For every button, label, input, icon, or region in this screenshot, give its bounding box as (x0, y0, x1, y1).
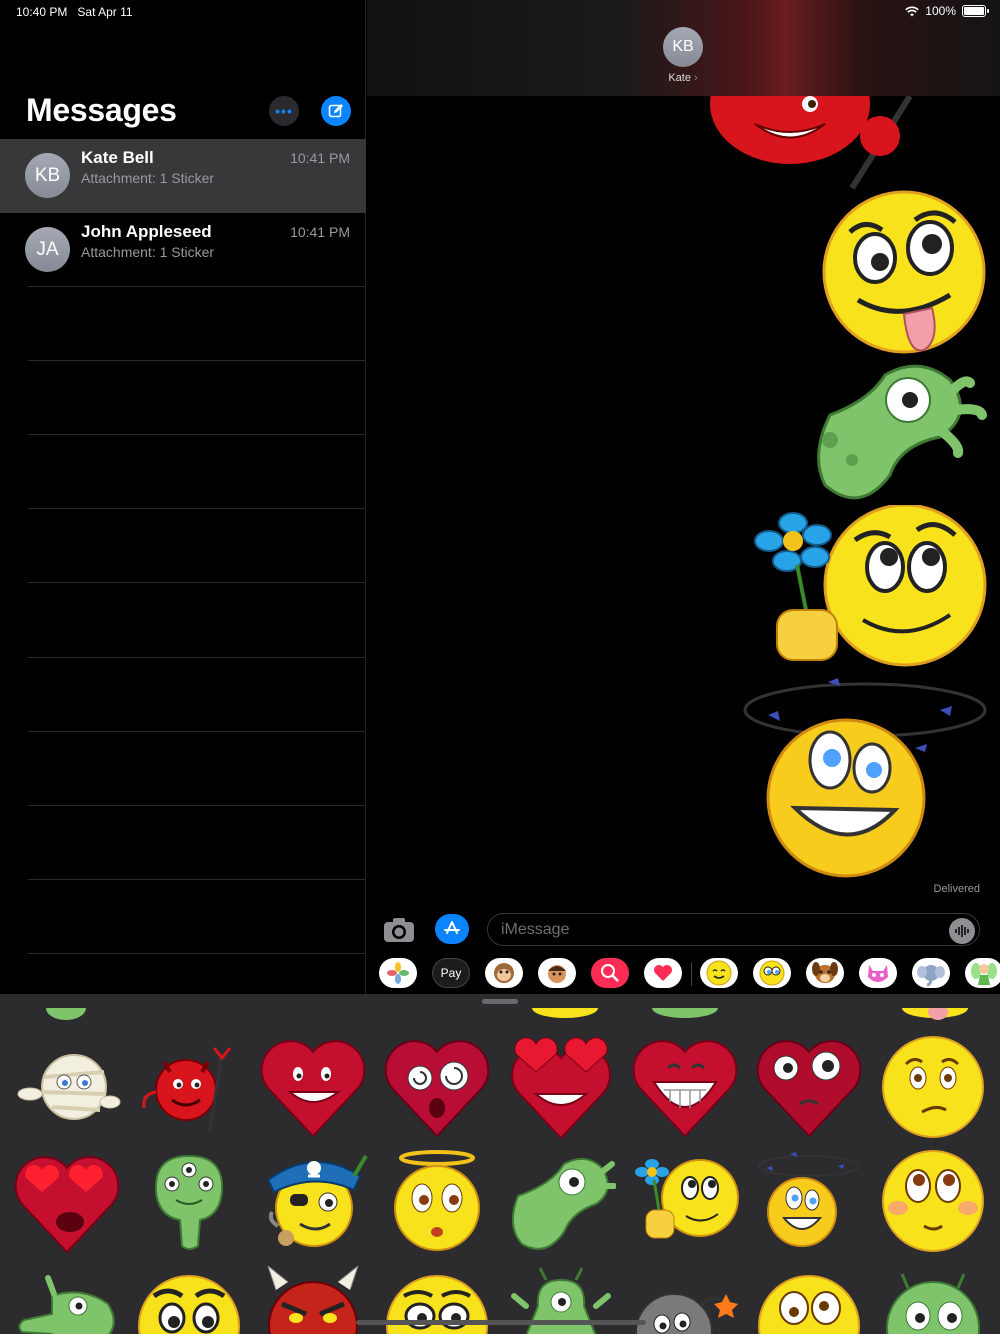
emoji-sticker-app-icon[interactable] (700, 958, 738, 988)
flower-smiley-sticker[interactable] (745, 505, 990, 670)
silly-tongue-sticker[interactable] (820, 190, 988, 358)
wifi-icon (905, 6, 920, 16)
sticker-crazy-smiley[interactable] (754, 1266, 864, 1334)
sticker-heart-worried[interactable] (754, 1032, 864, 1142)
heart-hands-icon (654, 965, 672, 981)
elephant-sticker-app-icon[interactable] (912, 958, 950, 988)
conversation-item-kate-bell[interactable]: KB Kate Bell Attachment: 1 Sticker 10:41… (0, 139, 366, 213)
sticker-confused-smiley[interactable] (878, 1032, 988, 1142)
row-divider (28, 953, 365, 954)
row-divider (28, 434, 365, 435)
row-divider (28, 508, 365, 509)
row-divider (28, 582, 365, 583)
green-alien-sticker[interactable] (790, 355, 990, 505)
conversation-item-john-appleseed[interactable]: JA John Appleseed Attachment: 1 Sticker … (0, 213, 366, 287)
status-time-date: 10:40 PM Sat Apr 11 (16, 5, 133, 19)
fairy-sticker-app-icon[interactable] (965, 958, 1000, 988)
contact-avatar[interactable]: KB (663, 27, 703, 67)
avatar: JA (25, 227, 70, 272)
sticker-green-alien-blob[interactable] (506, 1146, 616, 1256)
sticker-heart-love-eyes[interactable] (12, 1146, 122, 1256)
avatar: KB (25, 153, 70, 198)
sticker-partial (46, 1008, 86, 1020)
dog-sticker-app-icon[interactable] (806, 958, 844, 988)
row-divider (28, 805, 365, 806)
delivery-status: Delivered (933, 883, 980, 895)
conversation-preview: Attachment: 1 Sticker (81, 244, 215, 260)
devil-sticker[interactable] (700, 96, 920, 196)
battery-icon (962, 5, 989, 17)
eyes-sticker-app-icon[interactable] (753, 958, 791, 988)
digital-touch-app-icon[interactable] (644, 958, 682, 988)
sticker-heart-eyes-heart[interactable] (506, 1032, 616, 1142)
conversation-preview: Attachment: 1 Sticker (81, 170, 215, 186)
conversation-time: 10:41 PM (290, 224, 350, 240)
compose-icon (328, 104, 343, 118)
sticker-partial (902, 1008, 968, 1020)
contact-name-link[interactable]: Kate › (657, 72, 709, 84)
row-divider (28, 731, 365, 732)
sticker-heart-happy[interactable] (258, 1032, 368, 1142)
sticker-three-eyed-alien[interactable] (134, 1146, 244, 1256)
row-divider (28, 360, 365, 361)
sticker-angel[interactable] (382, 1146, 492, 1256)
sticker-dizzy-smiley[interactable] (754, 1146, 864, 1256)
conversation-name: Kate Bell (81, 148, 154, 167)
sticker-bomb[interactable] (630, 1266, 740, 1334)
message-input-row (367, 906, 1000, 956)
sticker-drawer (0, 994, 1000, 1334)
strip-divider (691, 962, 692, 986)
chevron-right-icon: › (694, 72, 698, 84)
apple-pay-app-icon[interactable]: Pay (432, 958, 470, 988)
more-options-button[interactable]: ••• (269, 96, 299, 126)
sticker-little-devil[interactable] (134, 1032, 244, 1142)
sticker-heart-dizzy[interactable] (382, 1032, 492, 1142)
conversation-time: 10:41 PM (290, 150, 350, 166)
photos-app-icon[interactable] (379, 958, 417, 988)
sticker-skeptical-smiley[interactable] (134, 1266, 244, 1334)
camera-icon (384, 918, 414, 942)
app-strip: Pay (367, 954, 1000, 994)
conversation-name: John Appleseed (81, 222, 212, 241)
ellipsis-icon: ••• (275, 103, 293, 119)
dizzy-smiley-sticker[interactable] (740, 670, 990, 885)
animoji-app-icon[interactable] (485, 958, 523, 988)
battery-percent: 100% (925, 4, 956, 18)
message-input[interactable] (487, 913, 980, 946)
sticker-blushing-smiley[interactable] (878, 1146, 988, 1256)
waveform-icon (955, 925, 969, 937)
camera-button[interactable] (383, 916, 415, 944)
home-indicator (356, 1320, 646, 1325)
app-store-button[interactable] (435, 914, 469, 944)
globe-search-icon (601, 964, 619, 982)
conversation-sidebar: Messages ••• KB Kate Bell Attachment: 1 … (0, 0, 366, 994)
page-title: Messages (26, 92, 177, 128)
web-images-app-icon[interactable] (591, 958, 629, 988)
sticker-mummy[interactable] (12, 1032, 122, 1142)
sticker-green-alien-tail[interactable] (12, 1266, 122, 1334)
sticker-heart-grin[interactable] (630, 1032, 740, 1142)
status-bar: 10:40 PM Sat Apr 11 100% (0, 0, 1000, 24)
sticker-pirate[interactable] (258, 1146, 368, 1256)
compose-button[interactable] (321, 96, 351, 126)
sticker-partial (532, 1008, 598, 1018)
app-store-icon (444, 921, 460, 934)
sticker-partial (652, 1008, 718, 1018)
sticker-flower-smiley[interactable] (630, 1146, 740, 1256)
memoji-app-icon[interactable] (538, 958, 576, 988)
row-divider (28, 286, 365, 287)
sticker-green-alien-face[interactable] (878, 1266, 988, 1334)
row-divider (28, 657, 365, 658)
drawer-grabber[interactable] (482, 999, 518, 1004)
sticker-angry-devil[interactable] (258, 1266, 368, 1334)
cat-sticker-app-icon[interactable] (859, 958, 897, 988)
row-divider (28, 879, 365, 880)
audio-message-button[interactable] (949, 918, 975, 944)
